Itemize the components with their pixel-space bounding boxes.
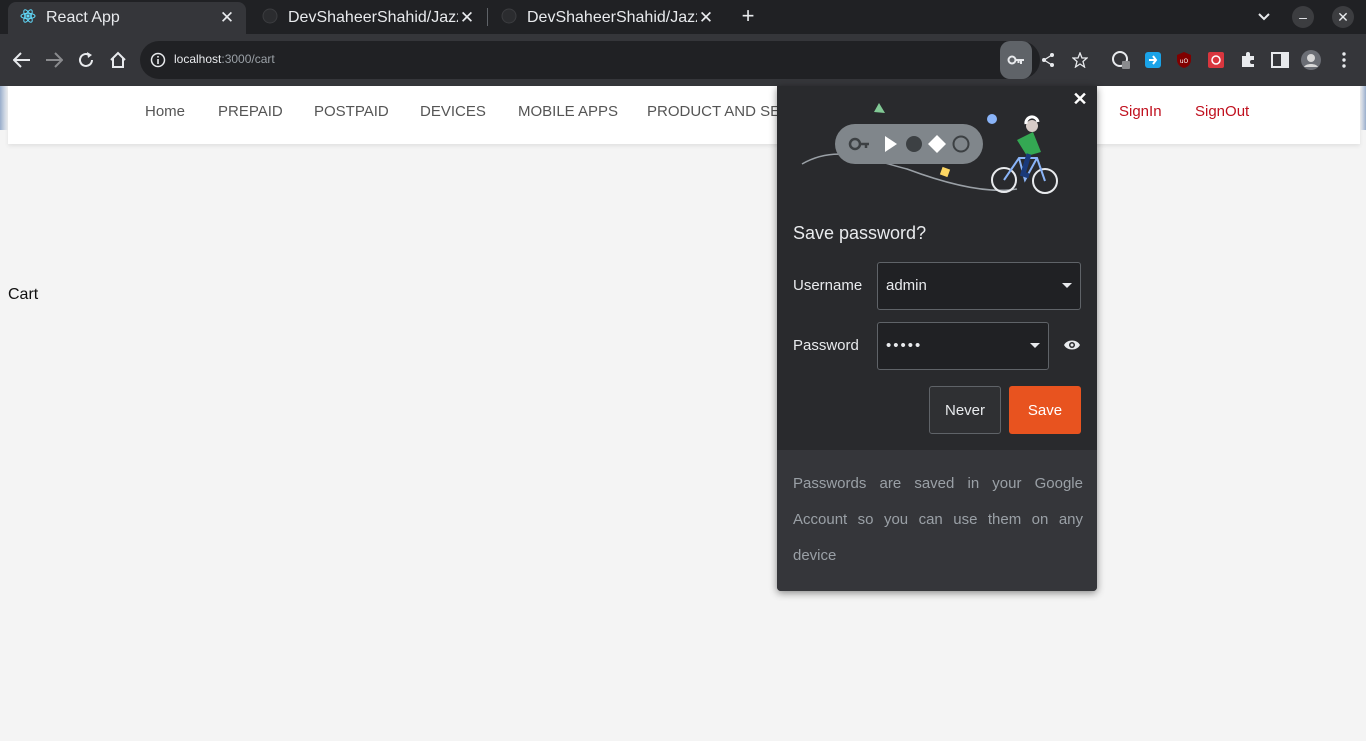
save-password-bubble: ✕ Save password? Username admin Password… <box>777 86 1097 591</box>
page-title: Cart <box>8 286 39 303</box>
tab-react-app[interactable]: React App ✕ <box>8 2 246 34</box>
browser-toolbar: localhost:3000/cart uO <box>0 34 1366 86</box>
page-edge-shadow-right <box>1360 86 1366 130</box>
url-text: localhost:3000/cart <box>174 52 275 66</box>
react-icon <box>20 8 36 29</box>
nav-devices[interactable]: DEVICES <box>420 103 486 120</box>
password-label: Password <box>793 337 859 354</box>
back-icon[interactable] <box>10 48 34 72</box>
url-path: :3000/cart <box>221 52 275 66</box>
tab-github-2[interactable]: DevShaheerShahid/Jazza ✕ <box>489 2 725 34</box>
nav-home[interactable]: Home <box>145 103 185 120</box>
address-bar[interactable]: localhost:3000/cart <box>140 41 1088 79</box>
forward-icon[interactable] <box>42 48 66 72</box>
reload-icon[interactable] <box>74 48 98 72</box>
extension-blue-icon[interactable] <box>1143 50 1163 70</box>
username-field[interactable]: admin <box>877 262 1081 310</box>
tab-title: React App <box>46 9 120 26</box>
tab-separator <box>487 8 488 26</box>
eye-icon[interactable] <box>1063 338 1081 352</box>
key-icon[interactable] <box>1000 41 1032 79</box>
svg-text:uO: uO <box>1180 58 1189 65</box>
home-icon[interactable] <box>106 48 130 72</box>
star-icon[interactable] <box>1070 50 1090 70</box>
nav-mobile-apps[interactable]: MOBILE APPS <box>518 103 618 120</box>
close-icon[interactable]: ✕ <box>218 8 236 27</box>
info-icon[interactable] <box>150 52 166 73</box>
never-button[interactable]: Never <box>929 386 1001 434</box>
site-navbar: Home PREPAID POSTPAID DEVICES MOBILE APP… <box>8 86 1360 144</box>
nav-signout[interactable]: SignOut <box>1195 103 1249 120</box>
github-icon <box>501 8 517 29</box>
dropdown-caret-icon <box>1062 283 1072 288</box>
menu-icon[interactable] <box>1334 50 1354 70</box>
share-icon[interactable] <box>1038 50 1058 70</box>
side-panel-icon[interactable] <box>1270 50 1290 70</box>
minimize-button[interactable]: – <box>1292 6 1314 28</box>
close-icon[interactable]: ✕ <box>1069 88 1091 110</box>
password-illustration <box>797 94 1067 209</box>
tab-title: DevShaheerShahid/Jazza <box>527 9 697 26</box>
ublock-origin-icon[interactable]: uO <box>1174 50 1194 70</box>
extension-red-icon[interactable] <box>1206 50 1226 70</box>
close-icon[interactable]: ✕ <box>458 8 476 27</box>
tab-strip: React App ✕ DevShaheerShahid/Jazza ✕ Dev… <box>0 0 1366 34</box>
close-window-button[interactable]: ✕ <box>1332 6 1354 28</box>
github-icon <box>262 8 278 29</box>
password-field[interactable]: ••••• <box>877 322 1049 370</box>
footer-text: Passwords are saved in your Google Accou… <box>793 475 1083 564</box>
tab-github-1[interactable]: DevShaheerShahid/Jazza ✕ <box>250 2 486 34</box>
tab-title: DevShaheerShahid/Jazza <box>288 9 458 26</box>
url-host: localhost <box>174 52 222 66</box>
dropdown-caret-icon <box>1030 343 1040 348</box>
nav-postpaid[interactable]: POSTPAID <box>314 103 389 120</box>
bubble-title: Save password? <box>793 223 927 243</box>
nav-prepaid[interactable]: PREPAID <box>218 103 283 120</box>
save-button[interactable]: Save <box>1009 386 1081 434</box>
profile-avatar[interactable] <box>1301 50 1321 70</box>
bubble-footer: Passwords are saved in your Google Accou… <box>777 450 1097 591</box>
nav-product-and-services[interactable]: PRODUCT AND SER <box>647 103 791 120</box>
close-icon[interactable]: ✕ <box>697 8 715 27</box>
nav-signin[interactable]: SignIn <box>1119 103 1162 120</box>
puzzle-icon[interactable] <box>1238 50 1258 70</box>
username-label: Username <box>793 277 863 294</box>
username-value: admin <box>886 277 927 294</box>
tab-search-icon[interactable] <box>1253 6 1275 28</box>
new-tab-button[interactable]: + <box>737 5 759 28</box>
password-value: ••••• <box>886 337 923 354</box>
page-edge-shadow-left <box>0 86 8 130</box>
extension-speedometer-icon[interactable] <box>1111 50 1131 70</box>
